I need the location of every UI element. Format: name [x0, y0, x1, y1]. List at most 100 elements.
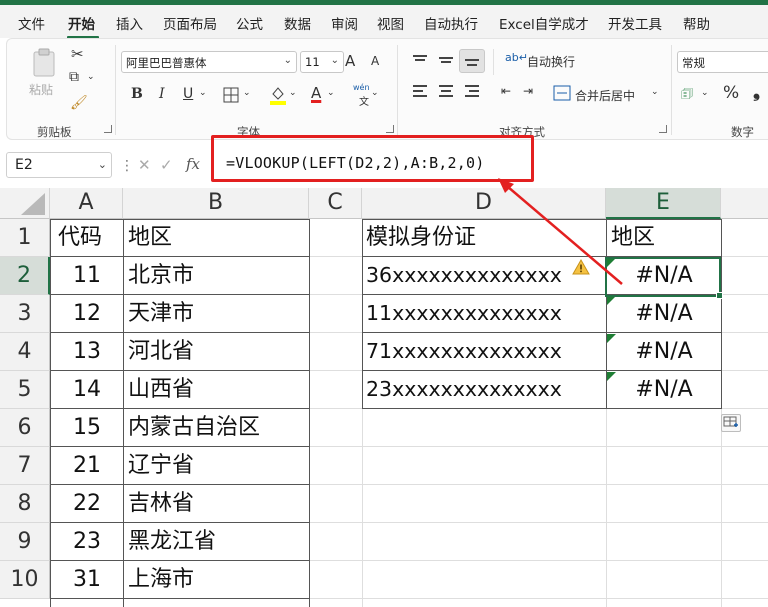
- cut-icon[interactable]: ✂: [71, 45, 84, 63]
- align-bottom-button[interactable]: [459, 49, 485, 73]
- shrink-font-button[interactable]: A: [371, 54, 379, 68]
- cell-b10[interactable]: 上海市: [128, 561, 194, 599]
- increase-indent-icon[interactable]: ⇥: [523, 84, 533, 98]
- tab-help[interactable]: 帮助: [683, 13, 710, 33]
- percent-style-button[interactable]: %: [723, 83, 739, 103]
- column-header-e[interactable]: E: [606, 188, 721, 219]
- chevron-down-icon[interactable]: ⌄: [243, 88, 251, 98]
- row-header-8[interactable]: 8: [0, 485, 50, 523]
- tab-automate[interactable]: 自动执行: [424, 13, 478, 33]
- chevron-down-icon[interactable]: ⌄: [327, 88, 335, 98]
- cell-a4[interactable]: 13: [51, 333, 123, 371]
- row-header-9[interactable]: 9: [0, 523, 50, 561]
- cell-a5[interactable]: 14: [51, 371, 123, 409]
- cell-b8[interactable]: 吉林省: [128, 485, 194, 523]
- cell-b1[interactable]: 地区: [128, 219, 172, 257]
- font-color-button[interactable]: A: [311, 84, 321, 102]
- cell-d3[interactable]: 11xxxxxxxxxxxxxx: [366, 295, 604, 333]
- cell-a6[interactable]: 15: [51, 409, 123, 447]
- row-header-3[interactable]: 3: [0, 295, 50, 333]
- grow-font-button[interactable]: A: [345, 52, 355, 70]
- tab-home[interactable]: 开始: [68, 13, 95, 33]
- merge-center-icon[interactable]: [553, 85, 571, 101]
- copy-icon[interactable]: ⧉: [69, 69, 79, 85]
- italic-button[interactable]: I: [159, 86, 165, 102]
- decrease-indent-icon[interactable]: ⇤: [501, 84, 511, 98]
- row-header-2[interactable]: 2: [0, 257, 50, 295]
- tab-review[interactable]: 审阅: [331, 13, 358, 33]
- fill-color-icon[interactable]: [269, 85, 287, 105]
- cell-a9[interactable]: 23: [51, 523, 123, 561]
- enter-icon[interactable]: ✓: [160, 156, 173, 174]
- cell-a2[interactable]: 11: [51, 257, 123, 295]
- phonetic-guide-button[interactable]: wén: [353, 83, 370, 92]
- row-header-1[interactable]: 1: [0, 219, 50, 257]
- cell-e1[interactable]: 地区: [611, 219, 655, 257]
- name-box[interactable]: E2 ⌄: [6, 152, 112, 178]
- cell-d5[interactable]: 23xxxxxxxxxxxxxx: [366, 371, 604, 409]
- cell-b6[interactable]: 内蒙古自治区: [128, 409, 260, 447]
- wrap-text-icon[interactable]: ab↵: [505, 51, 528, 64]
- bold-button[interactable]: B: [131, 86, 143, 102]
- paste-label[interactable]: 粘贴: [29, 81, 53, 98]
- column-header-d[interactable]: D: [362, 188, 606, 219]
- cell-d2[interactable]: 36xxxxxxxxxxxxxx: [366, 257, 604, 295]
- cell-e3[interactable]: #N/A: [607, 295, 721, 333]
- row-header-4[interactable]: 4: [0, 333, 50, 371]
- cell-a3[interactable]: 12: [51, 295, 123, 333]
- comma-style-icon[interactable]: ❟: [753, 81, 760, 102]
- error-warning-icon[interactable]: [572, 259, 590, 275]
- cell-e5[interactable]: #N/A: [607, 371, 721, 409]
- tab-view[interactable]: 视图: [377, 13, 404, 33]
- borders-icon[interactable]: [223, 87, 239, 103]
- paste-icon[interactable]: [31, 47, 57, 77]
- font-size-select[interactable]: 11 ⌄: [300, 51, 344, 73]
- cell-a1[interactable]: 代码: [58, 219, 102, 257]
- chevron-down-icon[interactable]: ⌄: [289, 88, 297, 98]
- tab-page-layout[interactable]: 页面布局: [163, 13, 217, 33]
- row-header-7[interactable]: 7: [0, 447, 50, 485]
- row-header-5[interactable]: 5: [0, 371, 50, 409]
- cell-b3[interactable]: 天津市: [128, 295, 194, 333]
- chevron-down-icon[interactable]: ⌄: [371, 88, 379, 98]
- cell-d1[interactable]: 模拟身份证: [366, 219, 476, 257]
- cell-b2[interactable]: 北京市: [128, 257, 194, 295]
- column-header-a[interactable]: A: [50, 188, 123, 219]
- chevron-down-icon[interactable]: ⌄: [701, 88, 709, 98]
- column-header-b[interactable]: B: [123, 188, 309, 219]
- cancel-icon[interactable]: ✕: [138, 156, 151, 174]
- select-all-button[interactable]: [0, 188, 50, 219]
- clipboard-launcher-icon[interactable]: [104, 125, 112, 133]
- cell-b5[interactable]: 山西省: [128, 371, 194, 409]
- underline-button[interactable]: U: [183, 86, 193, 102]
- formula-bar-grip-icon[interactable]: ⋮: [120, 158, 134, 174]
- alignment-launcher-icon[interactable]: [659, 125, 667, 133]
- row-header-6[interactable]: 6: [0, 409, 50, 447]
- chevron-down-icon[interactable]: ⌄: [199, 88, 207, 98]
- font-name-select[interactable]: 阿里巴巴普惠体 ⌄: [121, 51, 297, 73]
- tab-excel-self-study[interactable]: Excel自学成才: [499, 13, 589, 33]
- quick-analysis-icon[interactable]: [721, 414, 741, 432]
- cell-a8[interactable]: 22: [51, 485, 123, 523]
- cell-d4[interactable]: 71xxxxxxxxxxxxxx: [366, 333, 604, 371]
- cell-b9[interactable]: 黑龙江省: [128, 523, 216, 561]
- tab-data[interactable]: 数据: [284, 13, 311, 33]
- tab-developer[interactable]: 开发工具: [608, 13, 662, 33]
- cell-a7[interactable]: 21: [51, 447, 123, 485]
- chevron-down-icon[interactable]: ⌄: [87, 72, 95, 82]
- format-painter-icon[interactable]: 🖌: [70, 95, 88, 111]
- row-header-10[interactable]: 10: [0, 561, 50, 599]
- column-header-f[interactable]: [721, 188, 768, 219]
- tab-file[interactable]: 文件: [18, 13, 45, 33]
- insert-function-button[interactable]: fx: [186, 155, 200, 173]
- merge-center-label[interactable]: 合并后居中: [575, 87, 635, 104]
- cell-b7[interactable]: 辽宁省: [128, 447, 194, 485]
- phonetic-text-icon[interactable]: 文: [359, 93, 369, 108]
- cell-e4[interactable]: #N/A: [607, 333, 721, 371]
- fill-handle[interactable]: [716, 292, 723, 299]
- cell-a10[interactable]: 31: [51, 561, 123, 599]
- cell-b4[interactable]: 河北省: [128, 333, 194, 371]
- chevron-down-icon[interactable]: ⌄: [651, 87, 659, 97]
- wrap-text-label[interactable]: 自动换行: [527, 53, 575, 70]
- tab-insert[interactable]: 插入: [116, 13, 143, 33]
